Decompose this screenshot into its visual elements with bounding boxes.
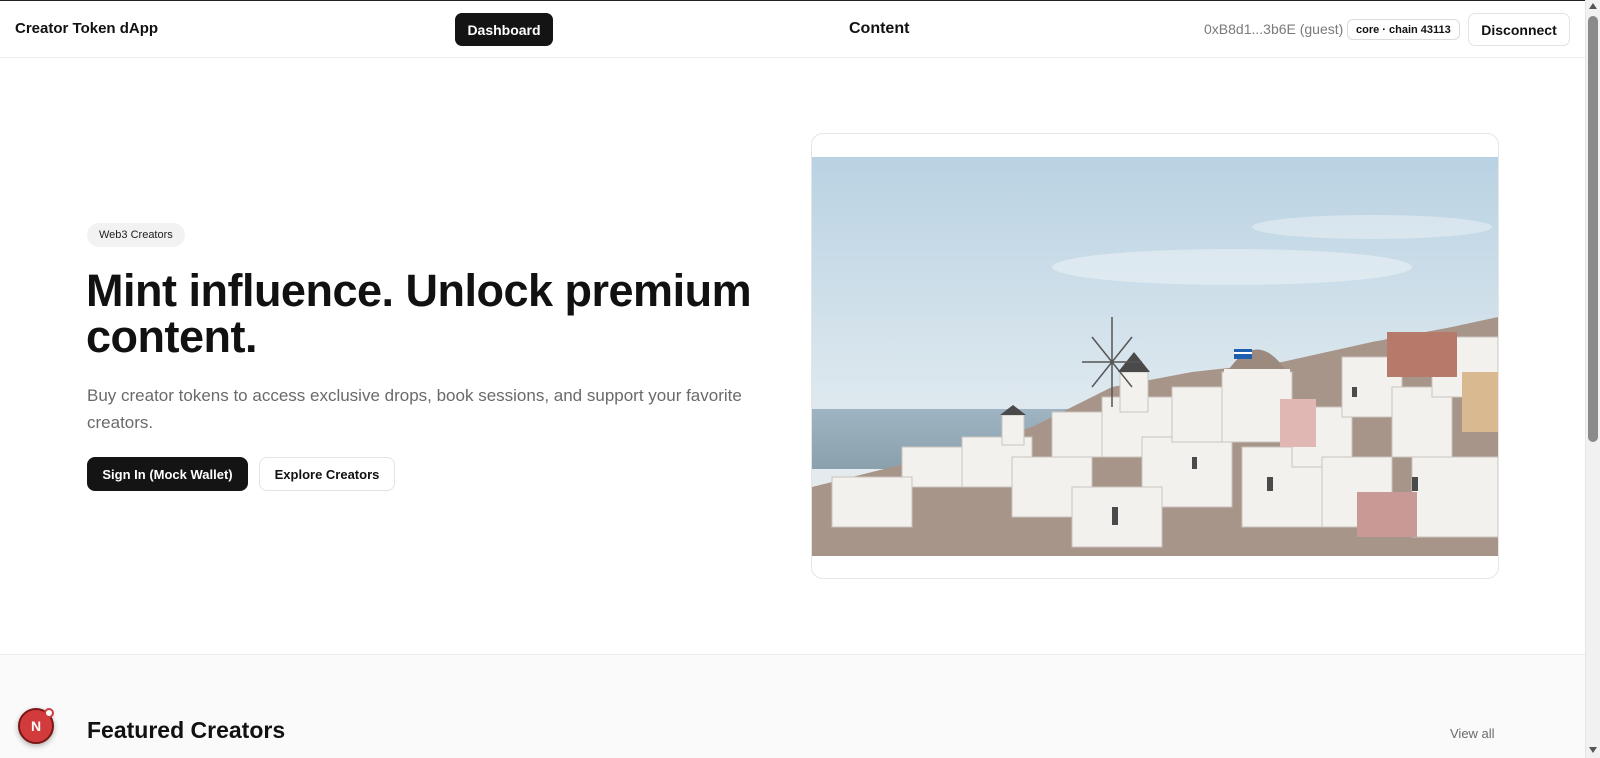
category-pill: Web3 Creators	[87, 223, 185, 247]
scroll-down-arrow-icon[interactable]	[1589, 747, 1597, 753]
hero-subtitle: Buy creator tokens to access exclusive d…	[87, 386, 742, 432]
dashboard-button[interactable]: Dashboard	[455, 13, 553, 46]
hero-title: Mint influence. Unlock premium content.	[86, 265, 752, 362]
top-navigation-bar: Creator Token dApp Dashboard Content 0xB…	[0, 0, 1585, 58]
content-nav-link[interactable]: Content	[849, 20, 909, 38]
sign-in-button[interactable]: Sign In (Mock Wallet)	[87, 457, 248, 491]
wallet-address: 0xB8d1...3b6E (guest)	[1204, 21, 1344, 37]
scroll-up-arrow-icon[interactable]	[1589, 3, 1597, 9]
hero-image-card	[811, 133, 1499, 579]
disconnect-button[interactable]: Disconnect	[1468, 13, 1570, 46]
hero-photo	[812, 157, 1498, 556]
notification-dot-icon	[44, 708, 54, 718]
app-brand[interactable]: Creator Token dApp	[15, 20, 158, 37]
chain-badge: core · chain 43113	[1347, 19, 1460, 40]
scrollbar-thumb[interactable]	[1588, 16, 1598, 442]
view-all-link[interactable]: View all	[1450, 726, 1495, 741]
page-scrollbar[interactable]	[1585, 0, 1600, 758]
featured-creators-section: Featured Creators View all	[0, 654, 1585, 758]
explore-creators-button[interactable]: Explore Creators	[259, 457, 395, 491]
featured-creators-title: Featured Creators	[87, 717, 286, 743]
